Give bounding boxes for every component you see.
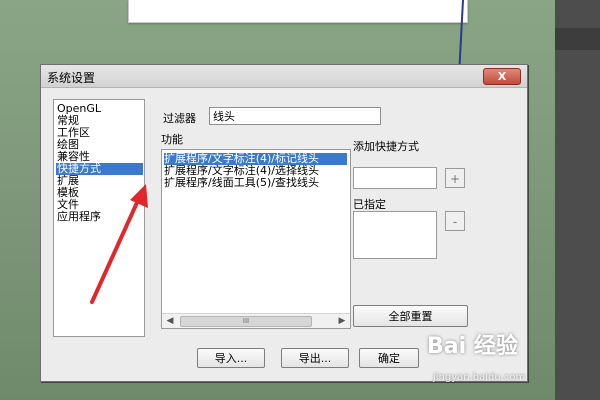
watermark-logo: Bai 经验 [427,334,518,359]
baidu-watermark: Bai 经验 jingyan.baidu.com [415,320,600,400]
add-shortcut-label: 添加快捷方式 [353,140,419,153]
functions-list[interactable]: 扩展程序/文字标注(4)/标记线头 扩展程序/文字标注(4)/选择线头 扩展程序… [161,149,351,329]
filter-input[interactable]: 线头 [209,107,381,125]
export-button[interactable]: 导出... [281,348,349,368]
category-list[interactable]: OpenGL 常规 工作区 绘图 兼容性 快捷方式 扩展 模板 文件 应用程序 [53,99,145,337]
function-item[interactable]: 扩展程序/文字标注(4)/标记线头 [164,153,347,165]
assigned-shortcuts-list[interactable] [353,211,437,259]
scrollbar-thumb[interactable]: III [180,316,312,327]
shortcut-input[interactable] [353,167,437,189]
category-item-applications[interactable]: 应用程序 [56,211,143,223]
scroll-left-icon[interactable]: ◀ [164,315,176,327]
remove-shortcut-button[interactable]: - [445,211,465,231]
function-item[interactable]: 扩展程序/文字标注(4)/选择线头 [164,165,347,177]
function-item[interactable]: 扩展程序/线面工具(5)/查找线头 [164,177,347,189]
horizontal-scrollbar[interactable]: ◀ III ▶ [162,313,350,328]
add-shortcut-button[interactable]: + [445,168,465,188]
dialog-title: 系统设置 [47,71,96,85]
import-button[interactable]: 导入... [197,348,265,368]
ok-button[interactable]: 确定 [359,348,419,368]
watermark-url: jingyan.baidu.com [433,372,526,383]
filter-label: 过滤器 [163,112,196,125]
side-panel-band [555,28,600,50]
functions-label: 功能 [161,133,183,146]
dialog-titlebar[interactable]: 系统设置 X [41,65,527,88]
scroll-right-icon[interactable]: ▶ [336,315,348,327]
assigned-label: 已指定 [353,198,386,211]
toolbar-panel [128,0,468,23]
close-button[interactable]: X [483,68,521,85]
